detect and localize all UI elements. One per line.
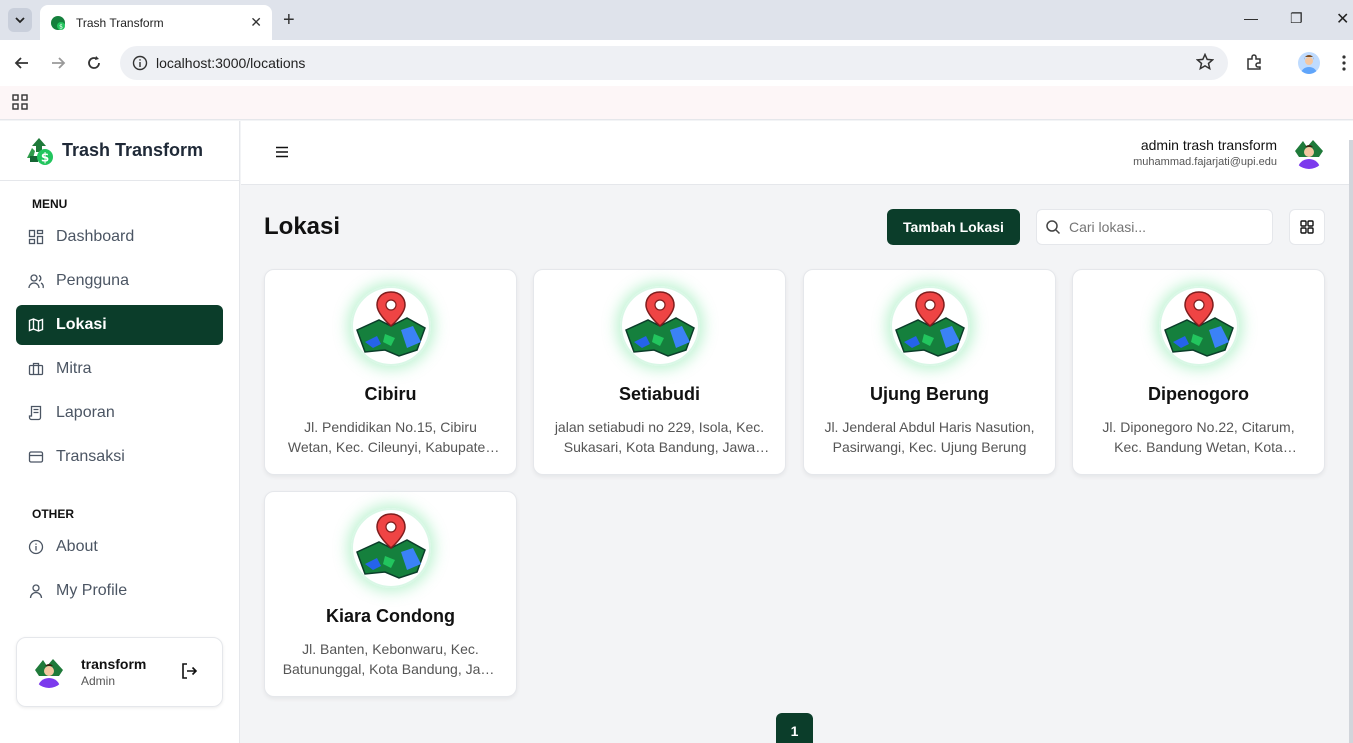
other-section-label: OTHER <box>32 507 74 521</box>
bookmark-star-icon[interactable] <box>1196 53 1214 71</box>
logout-icon[interactable] <box>180 662 198 680</box>
location-card[interactable]: Cibiru Jl. Pendidikan No.15, Cibiru Wetan… <box>264 269 517 475</box>
top-bar: admin trash transform muhammad.fajarjati… <box>241 121 1353 185</box>
map-icon <box>28 318 44 332</box>
location-card[interactable]: Dipenogoro Jl. Diponegoro No.22, Citarum,… <box>1072 269 1325 475</box>
grid-view-button[interactable] <box>1289 209 1325 245</box>
scrollbar[interactable] <box>1349 140 1353 743</box>
sidebar-item-about[interactable]: About <box>16 527 223 567</box>
location-name: Cibiru <box>364 384 417 404</box>
recycle-logo-icon: $ <box>27 137 53 165</box>
search-input[interactable] <box>1069 219 1259 235</box>
restore-icon[interactable]: ❐ <box>1290 10 1303 27</box>
avatar[interactable] <box>1293 137 1325 169</box>
sidebar-user-name: transform <box>81 656 147 672</box>
new-tab-button[interactable]: + <box>283 9 295 32</box>
window-close-icon[interactable]: ✕ <box>1336 9 1349 29</box>
svg-text:$: $ <box>41 150 49 164</box>
report-icon <box>28 405 42 421</box>
browser-tab[interactable]: $ Trash Transform ✕ <box>40 5 272 40</box>
bookmarks-bar <box>0 86 1353 120</box>
sidebar-item-label: Lokasi <box>56 316 107 333</box>
grid-icon <box>1300 220 1314 234</box>
profile-avatar-icon[interactable] <box>1298 52 1320 74</box>
extensions-icon[interactable] <box>1244 52 1264 72</box>
briefcase-icon <box>28 362 44 376</box>
forward-icon[interactable] <box>48 53 68 73</box>
avatar <box>33 656 65 688</box>
tab-title: Trash Transform <box>76 15 164 30</box>
sidebar-item-label: Pengguna <box>56 272 129 289</box>
location-address: Jl. Pendidikan No.15, Cibiru Wetan, Kec.… <box>287 419 494 455</box>
location-address: Jl. Jenderal Abdul Haris Nasution, Pasir… <box>824 419 1035 455</box>
map-pin-icon <box>1158 286 1239 366</box>
sidebar-item-label: About <box>56 538 98 555</box>
chevron-down-icon <box>15 17 25 24</box>
tab-search-button[interactable] <box>8 8 32 32</box>
sidebar-item-label: Transaksi <box>56 448 125 465</box>
sidebar-item-transaksi[interactable]: Transaksi <box>16 437 223 477</box>
location-address: jalan setiabudi no 229, Isola, Kec. Suka… <box>554 419 765 455</box>
users-icon <box>28 274 44 289</box>
location-name: Ujung Berung <box>870 384 989 404</box>
browser-tab-bar: $ Trash Transform ✕ + — ❐ ✕ <box>0 0 1353 40</box>
sidebar-user-role: Admin <box>81 674 116 688</box>
location-name: Setiabudi <box>618 384 700 404</box>
site-info-icon[interactable] <box>132 55 148 71</box>
user-icon <box>29 584 43 599</box>
sidebar-item-dashboard[interactable]: Dashboard <box>16 217 223 257</box>
dashboard-icon <box>28 229 44 245</box>
info-icon <box>28 539 44 555</box>
location-card[interactable]: Kiara Condong Jl. Banten, Kebonwaru, Kec.… <box>264 491 517 697</box>
location-address: Jl. Diponegoro No.22, Citarum, Kec. Band… <box>1102 419 1295 455</box>
sidebar-item-my-profile[interactable]: My Profile <box>16 571 223 611</box>
map-pin-icon <box>619 286 700 366</box>
recycle-logo-icon: $ <box>51 15 65 30</box>
browser-menu-icon[interactable] <box>1334 53 1353 73</box>
search-icon <box>1046 220 1061 235</box>
sidebar-item-label: Mitra <box>56 360 92 377</box>
back-icon[interactable] <box>12 53 32 73</box>
page-button[interactable]: 1 <box>776 713 813 743</box>
menu-section-label: MENU <box>32 197 68 211</box>
reload-icon[interactable] <box>84 53 104 73</box>
sidebar-item-pengguna[interactable]: Pengguna <box>16 261 223 301</box>
search-box <box>1036 209 1273 245</box>
svg-text:$: $ <box>59 23 63 30</box>
sidebar-item-laporan[interactable]: Laporan <box>16 393 223 433</box>
sidebar-item-label: Laporan <box>56 404 115 421</box>
location-card[interactable]: Setiabudi jalan setiabudi no 229, Isola, … <box>533 269 786 475</box>
sidebar-user-card: transform Admin <box>16 637 223 707</box>
admin-email: muhammad.fajarjati@upi.edu <box>1133 156 1277 168</box>
map-pin-icon <box>350 286 431 366</box>
admin-name: admin trash transform <box>1140 137 1277 153</box>
add-location-button[interactable]: Tambah Lokasi <box>887 209 1020 245</box>
brand[interactable]: $ Trash Transform <box>0 121 239 181</box>
sidebar-item-label: My Profile <box>56 582 128 599</box>
url-text: localhost:3000/locations <box>156 55 306 71</box>
location-name: Dipenogoro <box>1148 384 1249 404</box>
sidebar-item-label: Dashboard <box>56 228 135 245</box>
brand-name: Trash Transform <box>62 140 204 160</box>
minimize-icon[interactable]: — <box>1244 10 1258 26</box>
map-pin-icon <box>350 508 431 588</box>
sidebar: $ Trash Transform MENU Dashboard Penggun… <box>0 121 240 743</box>
card-icon <box>28 451 44 463</box>
apps-grid-icon[interactable] <box>12 94 28 110</box>
url-field[interactable]: localhost:3000/locations <box>120 46 1228 80</box>
map-pin-icon <box>889 286 970 366</box>
location-address: Jl. Banten, Kebonwaru, Kec. Batununggal,… <box>282 641 499 677</box>
location-card[interactable]: Ujung Berung Jl. Jenderal Abdul Haris Nas… <box>803 269 1056 475</box>
sidebar-item-mitra[interactable]: Mitra <box>16 349 223 389</box>
location-name: Kiara Condong <box>326 606 455 626</box>
tab-close-icon[interactable]: ✕ <box>250 14 262 31</box>
sidebar-item-lokasi[interactable]: Lokasi <box>16 305 223 345</box>
page-title: Lokasi <box>264 213 341 240</box>
hamburger-menu-icon[interactable] <box>275 145 289 159</box>
